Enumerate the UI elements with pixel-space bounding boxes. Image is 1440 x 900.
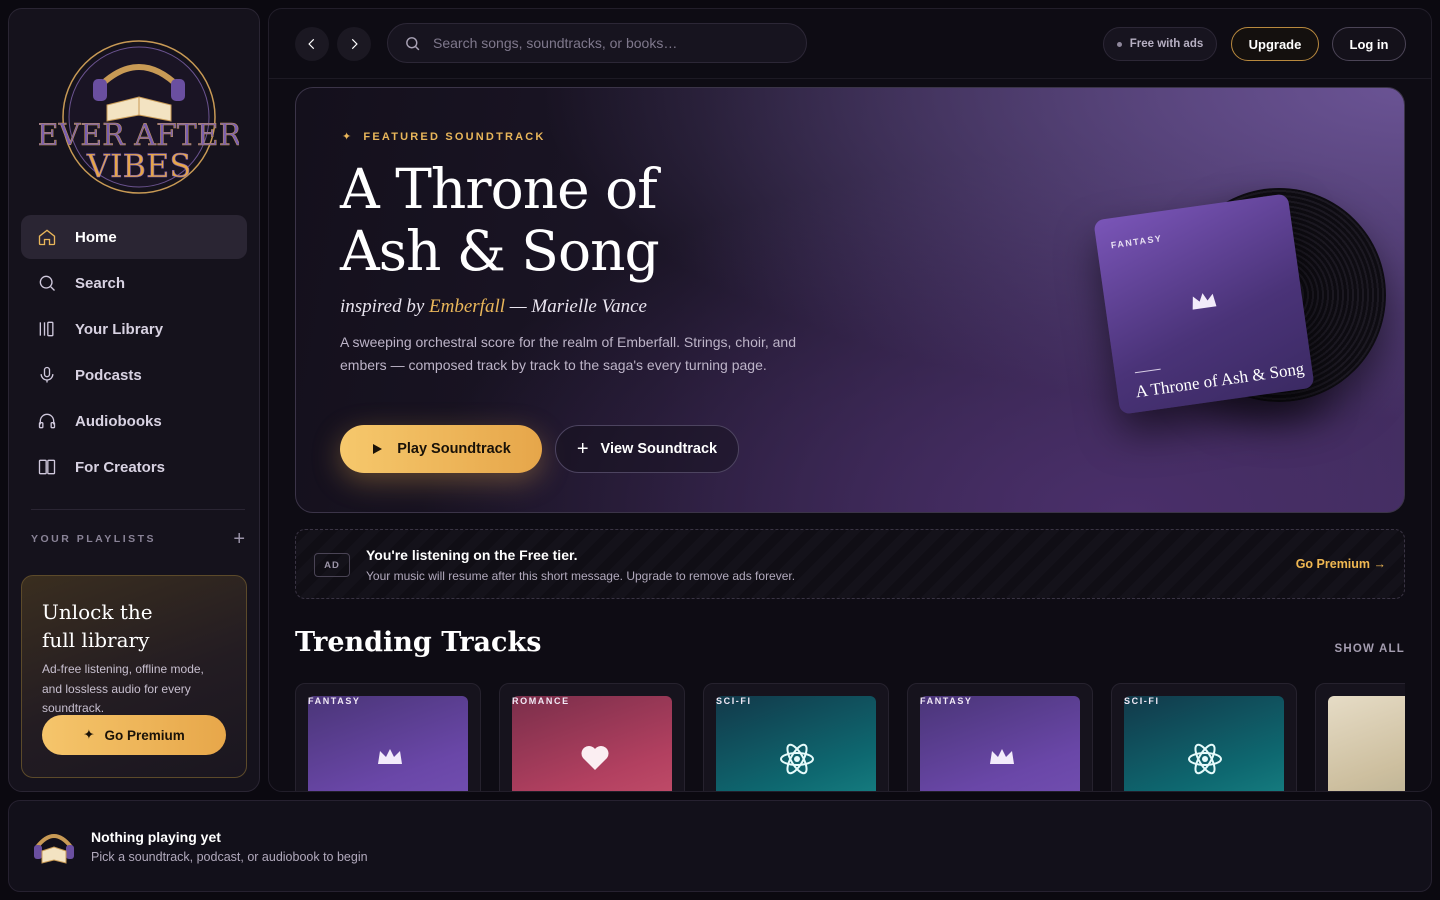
nav-item-label: Podcasts (75, 366, 142, 384)
sidebar-divider (31, 509, 245, 510)
free-tier-badge: Free with ads (1103, 27, 1217, 61)
nav-item-search[interactable]: Search (21, 261, 247, 305)
card-genre: FANTASY (308, 696, 361, 706)
brand-mark-icon (34, 834, 74, 864)
nav-item-your-library[interactable]: Your Library (21, 307, 247, 351)
search-bar (387, 23, 807, 63)
add-playlist-button[interactable]: + (233, 529, 245, 549)
playlists-header: YOUR PLAYLISTS + (31, 529, 245, 549)
go-premium-button[interactable]: ✦ Go Premium (42, 715, 226, 755)
sidebar: EVER AFTER VIBES Home Search Your Librar… (8, 8, 260, 792)
ad-badge: AD (314, 553, 350, 577)
search-icon (39, 275, 55, 291)
card-genre: FANTASY (920, 696, 973, 706)
nav-item-label: Your Library (75, 320, 164, 338)
featured-hero: ✦ FEATURED SOUNDTRACK A Throne of Ash & So… (295, 87, 1405, 513)
main-nav: Home Search Your Library Podcasts Audiob… (21, 215, 247, 491)
app-root: EVER AFTER VIBES Home Search Your Librar… (0, 0, 1440, 900)
top-bar: Free with ads Upgrade Log in (269, 9, 1431, 79)
ad-banner: AD You're listening on the Free tier. Yo… (295, 529, 1405, 599)
playlists-title: YOUR PLAYLISTS (31, 533, 157, 545)
featured-eyebrow: ✦ FEATURED SOUNDTRACK (342, 131, 546, 143)
book-open-icon (38, 459, 56, 475)
track-card[interactable]: FANTASY (295, 683, 481, 791)
crown-icon (1192, 293, 1217, 310)
premium-promo-card: Unlock the full library Ad-free listenin… (21, 575, 247, 778)
show-all-link[interactable]: SHOW ALL (1335, 643, 1406, 655)
album-cover[interactable]: FANTASY A Throne of Ash & Song (1093, 193, 1315, 415)
card-genre: SCI-FI (1124, 696, 1160, 706)
ad-go-premium-link[interactable]: Go Premium → (1296, 557, 1386, 571)
library-icon (39, 321, 54, 337)
promo-body: Ad-free listening, offline mode, and los… (42, 662, 204, 715)
heart-icon (581, 746, 609, 770)
book-link[interactable]: Emberfall (429, 296, 505, 317)
ad-title: You're listening on the Free tier. (366, 547, 578, 563)
nav-item-label: Home (75, 228, 117, 246)
svg-text:VIBES: VIBES (86, 147, 192, 185)
player-title: Nothing playing yet (91, 829, 221, 845)
play-soundtrack-button[interactable]: Play Soundtrack (340, 425, 542, 473)
track-card[interactable]: ROMANCE (499, 683, 685, 791)
ever-after-vibes-logo[interactable]: EVER AFTER VIBES (39, 27, 239, 207)
card-genre: ROMANCE (512, 696, 570, 706)
atom-icon (780, 743, 814, 775)
microphone-icon (40, 366, 54, 383)
cover-rule (1134, 368, 1161, 374)
sparkle-icon: ✦ (342, 131, 354, 143)
ad-subtitle: Your music will resume after this short … (366, 569, 796, 583)
forward-button[interactable] (337, 27, 371, 61)
player-subtitle: Pick a soundtrack, podcast, or audiobook… (91, 850, 368, 864)
card-artwork (308, 696, 468, 791)
trending-cards: FANTASY ROMANCE SCI-FI FANTASY SCI-FI (295, 683, 1405, 791)
login-button[interactable]: Log in (1332, 27, 1406, 61)
track-card[interactable]: SCI-FI (703, 683, 889, 791)
track-card[interactable] (1315, 683, 1405, 791)
headphones-icon (38, 413, 56, 429)
nav-item-podcasts[interactable]: Podcasts (21, 353, 247, 397)
view-soundtrack-button[interactable]: + View Soundtrack (555, 425, 739, 473)
back-button[interactable] (295, 27, 329, 61)
crown-icon (378, 749, 402, 764)
chevron-right-icon (351, 38, 358, 50)
search-input[interactable] (433, 35, 773, 51)
now-playing-bar: Nothing playing yet Pick a soundtrack, p… (8, 800, 1432, 892)
nav-item-for-creators[interactable]: For Creators (21, 445, 247, 489)
nav-item-audiobooks[interactable]: Audiobooks (21, 399, 247, 443)
nav-item-label: For Creators (75, 458, 166, 476)
atom-icon (1188, 743, 1222, 775)
promo-title: Unlock the full library (42, 600, 153, 652)
sparkle-icon: ✦ (83, 727, 95, 742)
crown-icon (990, 749, 1014, 764)
nav-item-home[interactable]: Home (21, 215, 247, 259)
hero-description: A sweeping orchestral score for the real… (340, 334, 796, 373)
search-icon (406, 36, 420, 50)
trending-title: Trending Tracks (295, 627, 542, 658)
upgrade-button[interactable]: Upgrade (1231, 27, 1319, 61)
play-icon (373, 444, 383, 454)
go-premium-label: Go Premium (104, 727, 185, 743)
book-cover-image (1328, 696, 1405, 791)
hero-inspired-by: inspired by Emberfall — Marielle Vance (340, 296, 647, 317)
status-dot-icon (1116, 41, 1122, 47)
cover-genre: FANTASY (1110, 233, 1163, 251)
main-content: Free with ads Upgrade Log in ✦FEATURED S… (268, 8, 1432, 792)
nav-item-label: Search (75, 274, 126, 292)
track-card[interactable]: SCI-FI (1111, 683, 1297, 791)
home-icon (38, 229, 56, 246)
card-genre: SCI-FI (716, 696, 752, 706)
hero-title: A Throne of Ash & Song (340, 157, 660, 283)
track-card[interactable]: FANTASY (907, 683, 1093, 791)
card-artwork (920, 696, 1080, 791)
plus-icon: + (576, 437, 589, 460)
free-tier-label: Free with ads (1129, 38, 1204, 50)
chevron-left-icon (308, 38, 315, 50)
nav-item-label: Audiobooks (75, 412, 162, 430)
